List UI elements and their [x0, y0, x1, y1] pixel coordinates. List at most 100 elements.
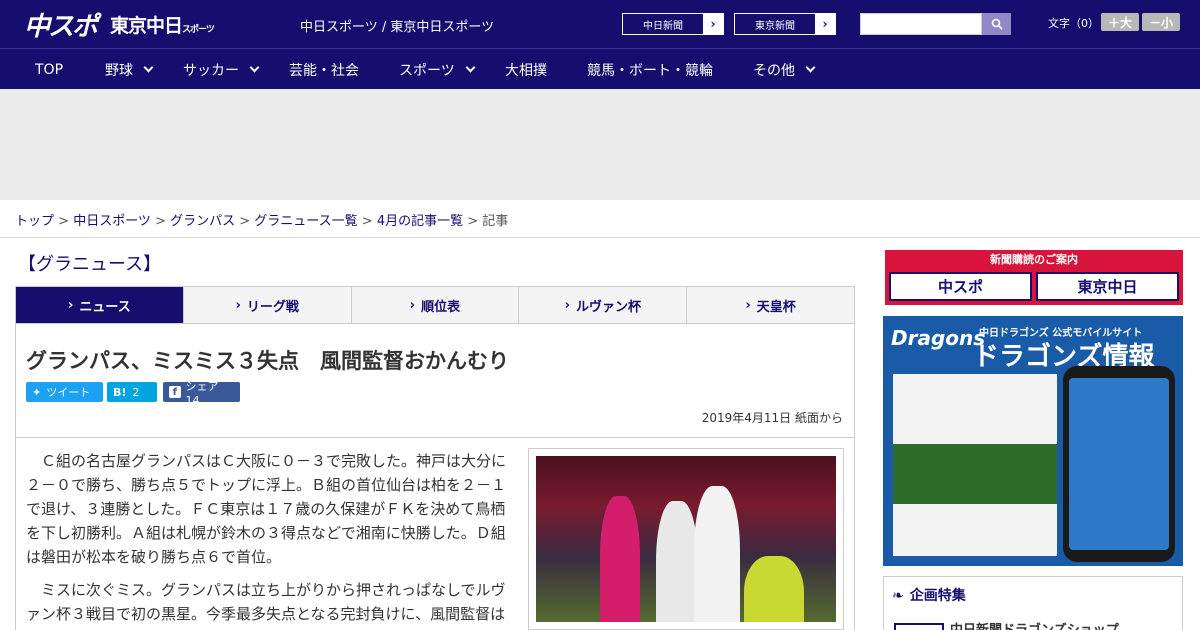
nav-baseball-label: 野球 [105, 62, 133, 79]
font-size-label: 文字（0） [1048, 17, 1099, 30]
subscribe-tokyo-chunichi[interactable]: 東京中日 [1036, 272, 1179, 301]
chevron-right-icon: › [815, 14, 835, 34]
subscribe-header: 新聞購読のご案内 [990, 253, 1078, 266]
nav-racing-label: 競馬・ボート・競輪 [587, 62, 713, 79]
logo-chunichi-sports[interactable]: 中スポ [24, 6, 98, 43]
tweet-button[interactable]: ✦ ツイート [26, 382, 103, 402]
section-tabs: › ニュース › リーグ戦 › 順位表 › ルヴァン杯 › 天皇杯 [15, 286, 855, 324]
nav-other[interactable]: その他 [753, 49, 816, 90]
match-photo [536, 456, 836, 622]
breadcrumb-sep: > [357, 214, 377, 229]
feature-item[interactable]: 中日新聞ドラゴンズショップ [950, 619, 1119, 630]
chevron-down-icon [249, 62, 260, 72]
feature-title-row: ❧ 企画特集 [892, 585, 966, 605]
logo-tokyo-text: 東京中日 [110, 15, 183, 37]
hatena-count: 2 [132, 385, 140, 399]
player-figure [694, 486, 740, 622]
article-title: グランパス、ミスミス３失点 風間監督おかんむり [26, 349, 509, 373]
nav-baseball[interactable]: 野球 [105, 49, 154, 90]
breadcrumb-top[interactable]: トップ [15, 214, 54, 229]
dragons-screen-mock [893, 374, 1057, 556]
tab-league-label: リーグ戦 [246, 299, 299, 315]
font-larger-button[interactable]: ＋大 [1101, 13, 1139, 31]
site-header: 中スポ 東京中日スポーツ 中日スポーツ / 東京中日スポーツ 中日新聞 › 東京新… [0, 0, 1200, 48]
player-figure [744, 556, 804, 622]
phone-screen [1069, 378, 1169, 550]
ad-banner-area [0, 89, 1200, 200]
logo-tokyo-chunichi[interactable]: 東京中日スポーツ [110, 11, 215, 38]
tab-news[interactable]: › ニュース [16, 287, 184, 323]
tweet-label: ツイート [46, 386, 91, 399]
phone-mock [1063, 366, 1175, 562]
field-graphic [893, 444, 1057, 504]
nav-entertainment[interactable]: 芸能・社会 [289, 49, 359, 90]
breadcrumb-sep: > [235, 214, 255, 229]
search-icon [991, 18, 1003, 30]
nav-sports[interactable]: スポーツ [399, 49, 476, 90]
search-input[interactable] [860, 13, 982, 35]
subscribe-banner[interactable]: 新聞購読のご案内 中スポ 東京中日 [885, 250, 1183, 305]
chevron-down-icon [465, 62, 476, 72]
tab-emperors-label: 天皇杯 [756, 299, 796, 315]
tab-levain-label: ルヴァン杯 [575, 299, 641, 315]
nav-soccer[interactable]: サッカー [183, 49, 260, 90]
chunichi-shimbun-label: 中日新聞 [643, 20, 683, 32]
nav-sumo[interactable]: 大相撲 [505, 49, 547, 90]
tab-levain-cup[interactable]: › ルヴァン杯 [519, 287, 688, 323]
breadcrumb-grampus[interactable]: グランパス [170, 214, 235, 229]
hatena-icon: B! [113, 385, 127, 399]
tab-standings-label: 順位表 [421, 299, 461, 315]
chevron-right-icon: › [703, 14, 723, 34]
article-paragraph-2: ミスに次ぐミス。グランパスは立ち上がりから押されっぱなしでルヴァン杯３戦目で初の… [26, 581, 506, 630]
player-figure [656, 501, 698, 622]
nav-entertainment-label: 芸能・社会 [289, 62, 359, 79]
logo-tokyo-small: スポーツ [182, 25, 215, 35]
nav-racing[interactable]: 競馬・ボート・競輪 [587, 49, 713, 90]
feature-thumb [894, 623, 944, 630]
chevron-right-icon: › [745, 297, 751, 313]
nav-soccer-label: サッカー [183, 62, 239, 79]
nav-other-label: その他 [753, 62, 795, 79]
breadcrumb-chunichi-sports[interactable]: 中日スポーツ [73, 214, 151, 229]
article-photo[interactable] [528, 448, 844, 630]
main-nav: TOP 野球 サッカー 芸能・社会 スポーツ 大相撲 競馬・ボート・競輪 その他 [0, 48, 1200, 89]
search-button[interactable] [982, 13, 1011, 35]
facebook-icon: f [169, 386, 181, 398]
nav-top-label: TOP [35, 61, 64, 78]
player-figure [600, 496, 640, 622]
breadcrumb-sep: > [150, 214, 171, 229]
share-label: シェア 14 [185, 379, 219, 407]
chevron-down-icon [805, 62, 816, 72]
chevron-down-icon [143, 62, 154, 72]
tokyo-shimbun-label: 東京新聞 [755, 20, 795, 32]
subscribe-chunichi-sports[interactable]: 中スポ [889, 272, 1032, 301]
breadcrumb-current: 記事 [482, 214, 509, 229]
medal-icon: ❧ [892, 588, 904, 604]
feature-box: ❧ 企画特集 中日新聞ドラゴンズショップ [883, 576, 1183, 630]
breadcrumb-april-list[interactable]: 4月の記事一覧 [377, 214, 463, 229]
hatena-button[interactable]: B! 2 [107, 382, 157, 402]
chevron-right-icon: › [409, 297, 416, 313]
font-smaller-button[interactable]: －小 [1142, 13, 1180, 31]
breadcrumb-news-list[interactable]: グラニュース一覧 [254, 214, 357, 229]
tokyo-shimbun-link[interactable]: 東京新聞 › [734, 13, 836, 35]
dragons-info-banner[interactable]: Dragons 中日ドラゴンズ 公式モバイルサイト ドラゴンズ情報 [883, 316, 1183, 566]
nav-top[interactable]: TOP [35, 49, 63, 90]
tab-news-label: ニュース [79, 299, 131, 315]
tab-emperors-cup[interactable]: › 天皇杯 [687, 287, 854, 323]
site-title[interactable]: 中日スポーツ / 東京中日スポーツ [300, 16, 494, 35]
tab-standings[interactable]: › 順位表 [351, 287, 520, 323]
feature-title: 企画特集 [909, 588, 966, 604]
chevron-right-icon: › [68, 297, 74, 313]
facebook-share-button[interactable]: f シェア 14 [163, 380, 240, 407]
chunichi-shimbun-link[interactable]: 中日新聞 › [622, 13, 724, 35]
twitter-icon: ✦ [32, 385, 42, 399]
tab-league[interactable]: › リーグ戦 [183, 287, 352, 323]
dragons-logo: Dragons [891, 326, 986, 350]
nav-sports-label: スポーツ [399, 62, 455, 79]
article-paragraph-1: Ｃ組の名古屋グランパスはＣ大阪に０－３で完敗した。神戸は大分に２－０で勝ち、勝ち… [26, 452, 507, 566]
chevron-right-icon: › [564, 297, 570, 313]
breadcrumb-sep: > [54, 214, 74, 229]
section-title: 【グラニュース】 [18, 254, 162, 275]
nav-sumo-label: 大相撲 [505, 62, 547, 79]
